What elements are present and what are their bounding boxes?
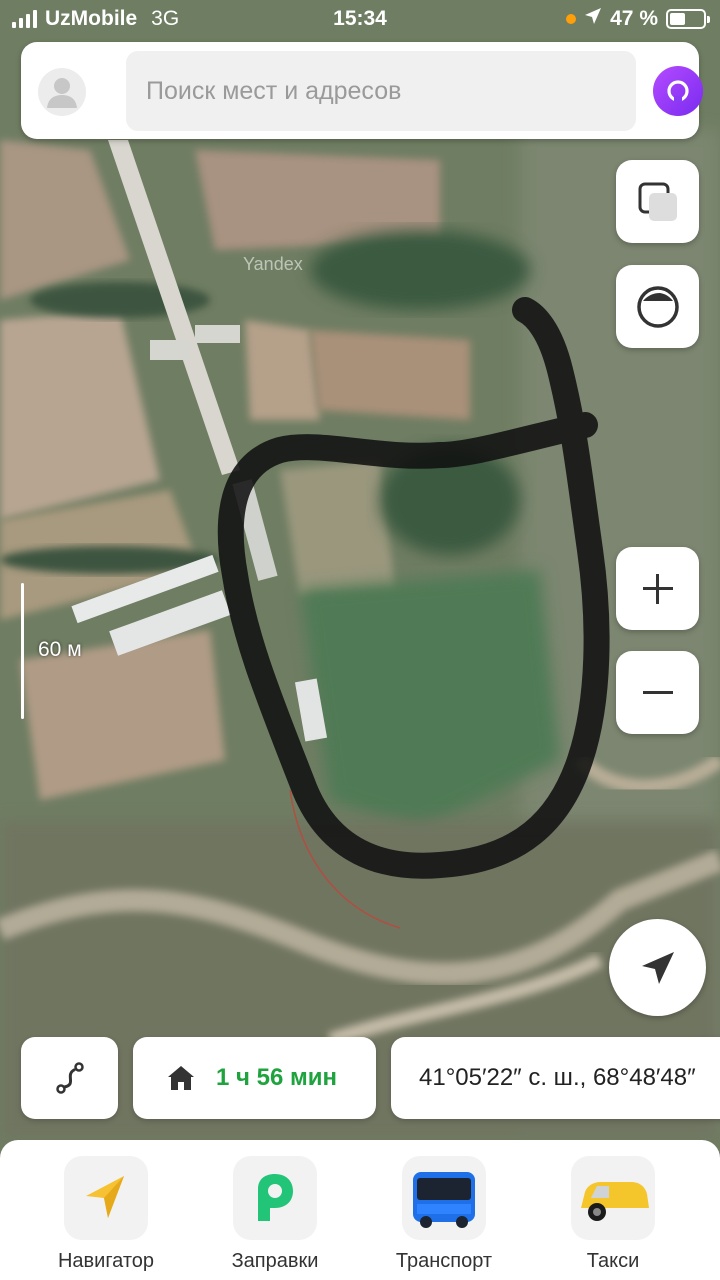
route-squiggle-icon (55, 1062, 84, 1094)
location-arrow-icon (641, 951, 674, 984)
scale-bar (21, 583, 24, 719)
status-bar: UzMobile 3G 15:34 47 % (0, 0, 720, 38)
service-navigator[interactable]: Навигатор (36, 1156, 176, 1273)
home-eta: 1 ч 56 мин (216, 1064, 337, 1091)
location-in-use-dot (566, 14, 577, 24)
services-panel: Навигатор Заправки Транспорт Такси (0, 1140, 720, 1280)
alice-voice-assistant-button[interactable] (653, 66, 703, 116)
taxi-car-icon (571, 1156, 655, 1240)
service-fuel[interactable]: Заправки (205, 1156, 345, 1273)
zoom-in-button[interactable] (616, 547, 699, 630)
scale-label: 60 м (38, 638, 82, 661)
search-bar (21, 42, 703, 139)
my-location-button[interactable] (609, 919, 706, 1016)
profile-avatar-icon[interactable] (38, 68, 86, 116)
service-label: Транспорт (395, 1250, 493, 1272)
home-icon (168, 1066, 194, 1090)
globe-tilt-icon (636, 285, 679, 328)
coordinates-text: 41°05′22″ с. ш., 68°48′48″ (419, 1064, 696, 1091)
layers-icon (638, 182, 677, 221)
service-label: Такси (586, 1250, 640, 1272)
location-arrow-icon (584, 7, 602, 31)
navigator-arrow-icon (64, 1156, 148, 1240)
home-route-chip[interactable]: 1 ч 56 мин (133, 1037, 376, 1119)
3d-tilt-button[interactable] (616, 265, 699, 348)
alice-icon (667, 80, 689, 102)
routes-button[interactable] (21, 1037, 118, 1119)
battery-icon (666, 9, 710, 29)
zoom-out-button[interactable] (616, 651, 699, 734)
search-input[interactable] (126, 51, 636, 131)
service-label: Навигатор (57, 1250, 155, 1272)
minus-icon (642, 690, 673, 694)
map-watermark: Yandex (243, 254, 303, 274)
plus-icon (642, 573, 673, 604)
map-layers-button[interactable] (616, 160, 699, 243)
service-label: Заправки (231, 1250, 319, 1272)
battery-percent: 47 % (610, 7, 658, 30)
service-taxi[interactable]: Такси (543, 1156, 683, 1273)
bus-icon (402, 1156, 486, 1240)
coordinates-chip[interactable]: 41°05′22″ с. ш., 68°48′48″ (391, 1037, 720, 1119)
service-transport[interactable]: Транспорт (374, 1156, 514, 1273)
fuel-p-icon (233, 1156, 317, 1240)
